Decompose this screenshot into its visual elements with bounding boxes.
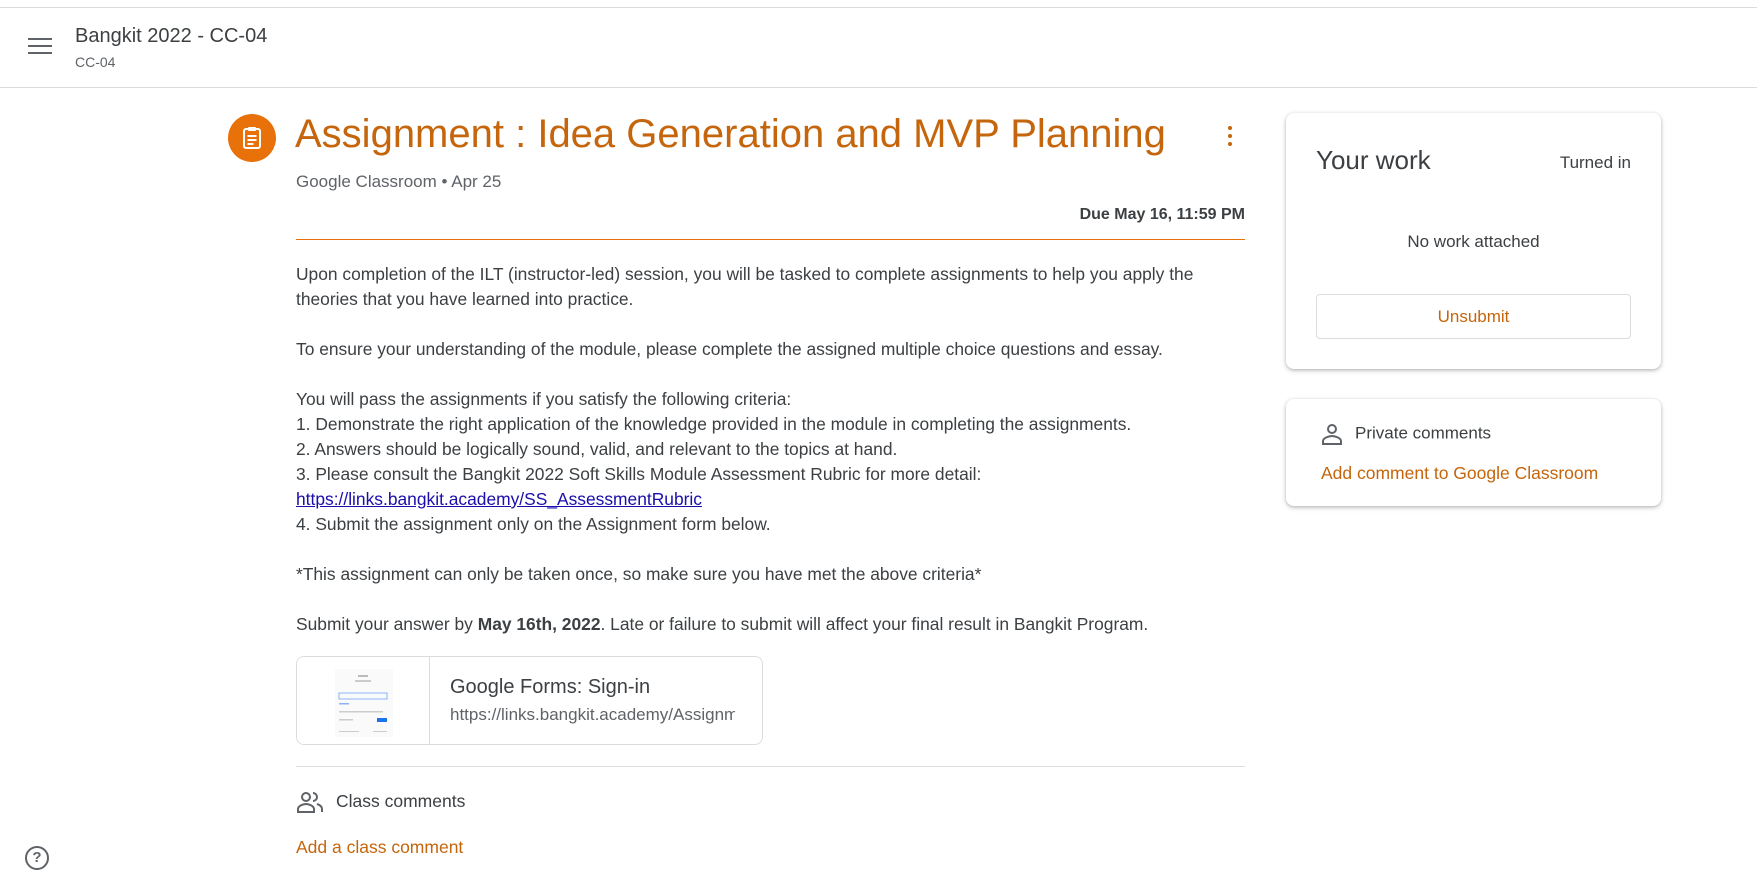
assignment-meta: Google Classroom • Apr 25 [296,172,502,191]
criteria-item: 2. Answers should be logically sound, va… [296,439,898,459]
your-work-card: Your work Turned in No work attached Uns… [1286,113,1661,369]
assignment-title: Assignment : Idea Generation and MVP Pla… [295,112,1166,156]
title-divider [296,239,1245,240]
paragraph: To ensure your understanding of the modu… [296,339,1163,359]
add-class-comment-link[interactable]: Add a class comment [296,837,463,858]
class-subtitle: CC-04 [75,54,116,70]
assignment-description: Upon completion of the ILT (instructor-l… [296,262,1256,637]
class-comments-label: Class comments [336,791,466,811]
attachment-url: https://links.bangkit.academy/Assignment [450,705,735,724]
text: . Late or failure to submit will affect … [600,614,1149,634]
attachment-card[interactable]: Google Forms: Sign-in https://links.bang… [296,656,763,745]
attachment-title: Google Forms: Sign-in [450,676,651,698]
no-work-text: No work attached [1407,232,1540,251]
criteria-item: 3. Please consult the Bangkit 2022 Soft … [296,464,982,484]
add-private-comment-link[interactable]: Add comment to Google Classroom [1321,463,1598,484]
person-icon [1322,424,1342,445]
text: Submit your answer by [296,614,478,634]
class-comments-heading: Class comments [296,791,466,814]
status-badge: Turned in [1559,153,1631,172]
due-date: Due May 16, 11:59 PM [1079,206,1245,223]
submit-instructions: Submit your answer by May 16th, 2022. La… [296,612,1256,637]
paragraph: Upon completion of the ILT (instructor-l… [296,264,1194,309]
note: *This assignment can only be taken once,… [296,564,982,584]
criteria-item: 1. Demonstrate the right application of … [296,414,1132,434]
unsubmit-button[interactable]: Unsubmit [1316,294,1631,339]
deadline-text: May 16th, 2022 [477,614,601,634]
attachment-thumbnail [297,657,430,744]
menu-icon[interactable] [28,38,52,56]
private-comments-card: Private comments Add comment to Google C… [1286,399,1661,506]
private-comments-heading: Private comments [1321,423,1491,445]
class-title[interactable]: Bangkit 2022 - CC-04 [75,25,267,48]
header: Bangkit 2022 - CC-04 CC-04 [0,8,1757,88]
help-icon[interactable]: ? [25,846,49,870]
comments-divider [296,766,1245,767]
your-work-title: Your work [1316,145,1431,175]
assignment-icon [228,114,276,162]
more-options-icon[interactable] [1224,126,1236,150]
people-icon [297,792,323,814]
criteria-item: 4. Submit the assignment only on the Ass… [296,514,771,534]
private-comments-label: Private comments [1355,423,1492,443]
paragraph: You will pass the assignments if you sat… [296,389,792,409]
rubric-link[interactable]: https://links.bangkit.academy/SS_Assessm… [296,489,702,509]
